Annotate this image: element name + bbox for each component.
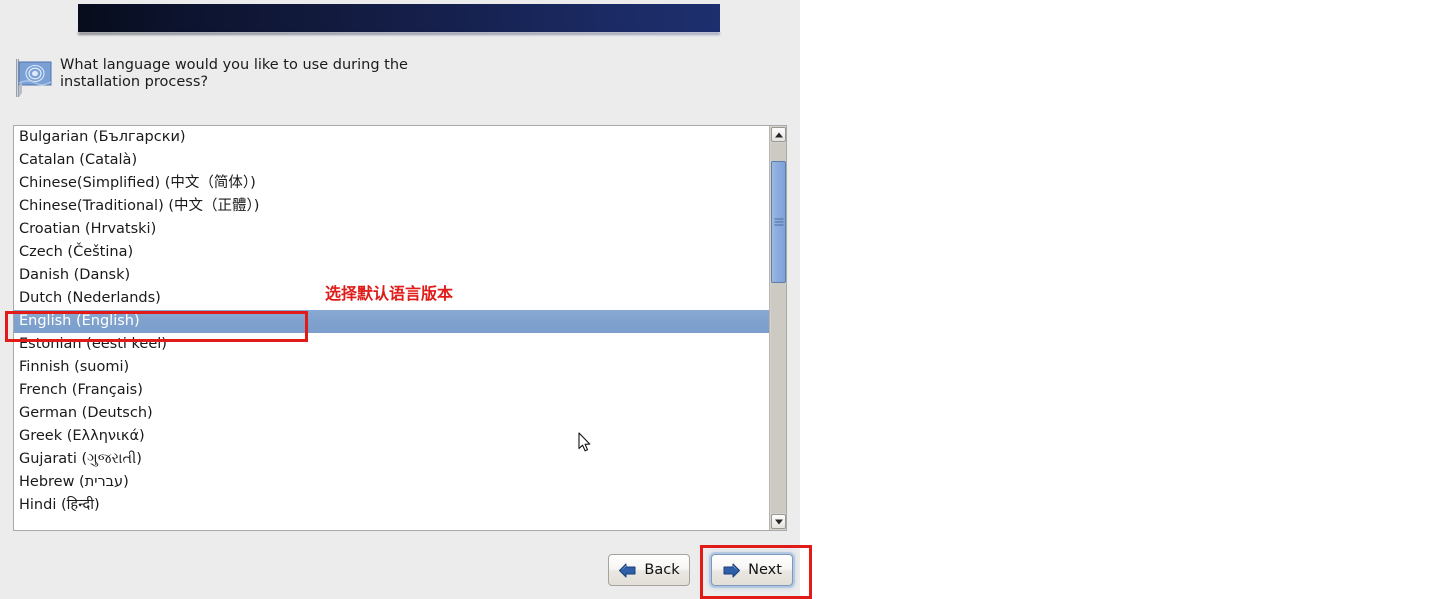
list-item[interactable]: Hindi (हिन्दी) <box>14 494 769 517</box>
next-button-label: Next <box>748 562 782 578</box>
un-flag-icon <box>16 59 52 97</box>
list-item[interactable]: Chinese(Simplified) (中文（简体）) <box>14 172 769 195</box>
scrollbar-grip-icon <box>774 218 783 226</box>
annotation-note: 选择默认语言版本 <box>325 284 454 303</box>
arrow-right-icon <box>723 563 741 577</box>
back-button-label: Back <box>644 562 680 578</box>
list-scrollbar[interactable] <box>769 126 786 530</box>
list-item[interactable]: Chinese(Traditional) (中文（正體）) <box>14 195 769 218</box>
scrollbar-thumb[interactable] <box>771 161 786 283</box>
list-item[interactable]: Gujarati (ગુજરાતી) <box>14 448 769 471</box>
list-item[interactable]: Finnish (suomi) <box>14 356 769 379</box>
list-item[interactable]: Hebrew (עברית) <box>14 471 769 494</box>
page-title: What language would you like to use duri… <box>60 57 408 90</box>
list-item[interactable]: Bulgarian (Български) <box>14 126 769 149</box>
list-item[interactable]: Greek (Ελληνικά) <box>14 425 769 448</box>
installer-window: What language would you like to use duri… <box>0 0 812 599</box>
list-item[interactable]: Czech (Čeština) <box>14 241 769 264</box>
installer-banner <box>78 4 720 32</box>
language-listbox[interactable]: Bulgarian (Български) Catalan (Català) C… <box>13 125 787 531</box>
language-list-viewport[interactable]: Bulgarian (Български) Catalan (Català) C… <box>14 126 769 530</box>
scroll-down-button[interactable] <box>771 514 786 529</box>
installer-banner-shadow <box>78 32 720 35</box>
list-item[interactable]: German (Deutsch) <box>14 402 769 425</box>
back-button[interactable]: Back <box>608 554 690 586</box>
list-item[interactable]: French (Français) <box>14 379 769 402</box>
scroll-up-button[interactable] <box>771 127 786 142</box>
scrollbar-track[interactable] <box>771 143 786 513</box>
next-button[interactable]: Next <box>711 554 793 586</box>
list-item[interactable]: Croatian (Hrvatski) <box>14 218 769 241</box>
chevron-down-icon <box>774 519 783 524</box>
chevron-up-icon <box>774 132 783 137</box>
list-item[interactable]: Estonian (eesti keel) <box>14 333 769 356</box>
list-item-selected[interactable]: English (English) <box>14 310 769 333</box>
arrow-left-icon <box>619 563 636 577</box>
question-row: What language would you like to use duri… <box>14 55 574 101</box>
list-item[interactable]: Catalan (Català) <box>14 149 769 172</box>
